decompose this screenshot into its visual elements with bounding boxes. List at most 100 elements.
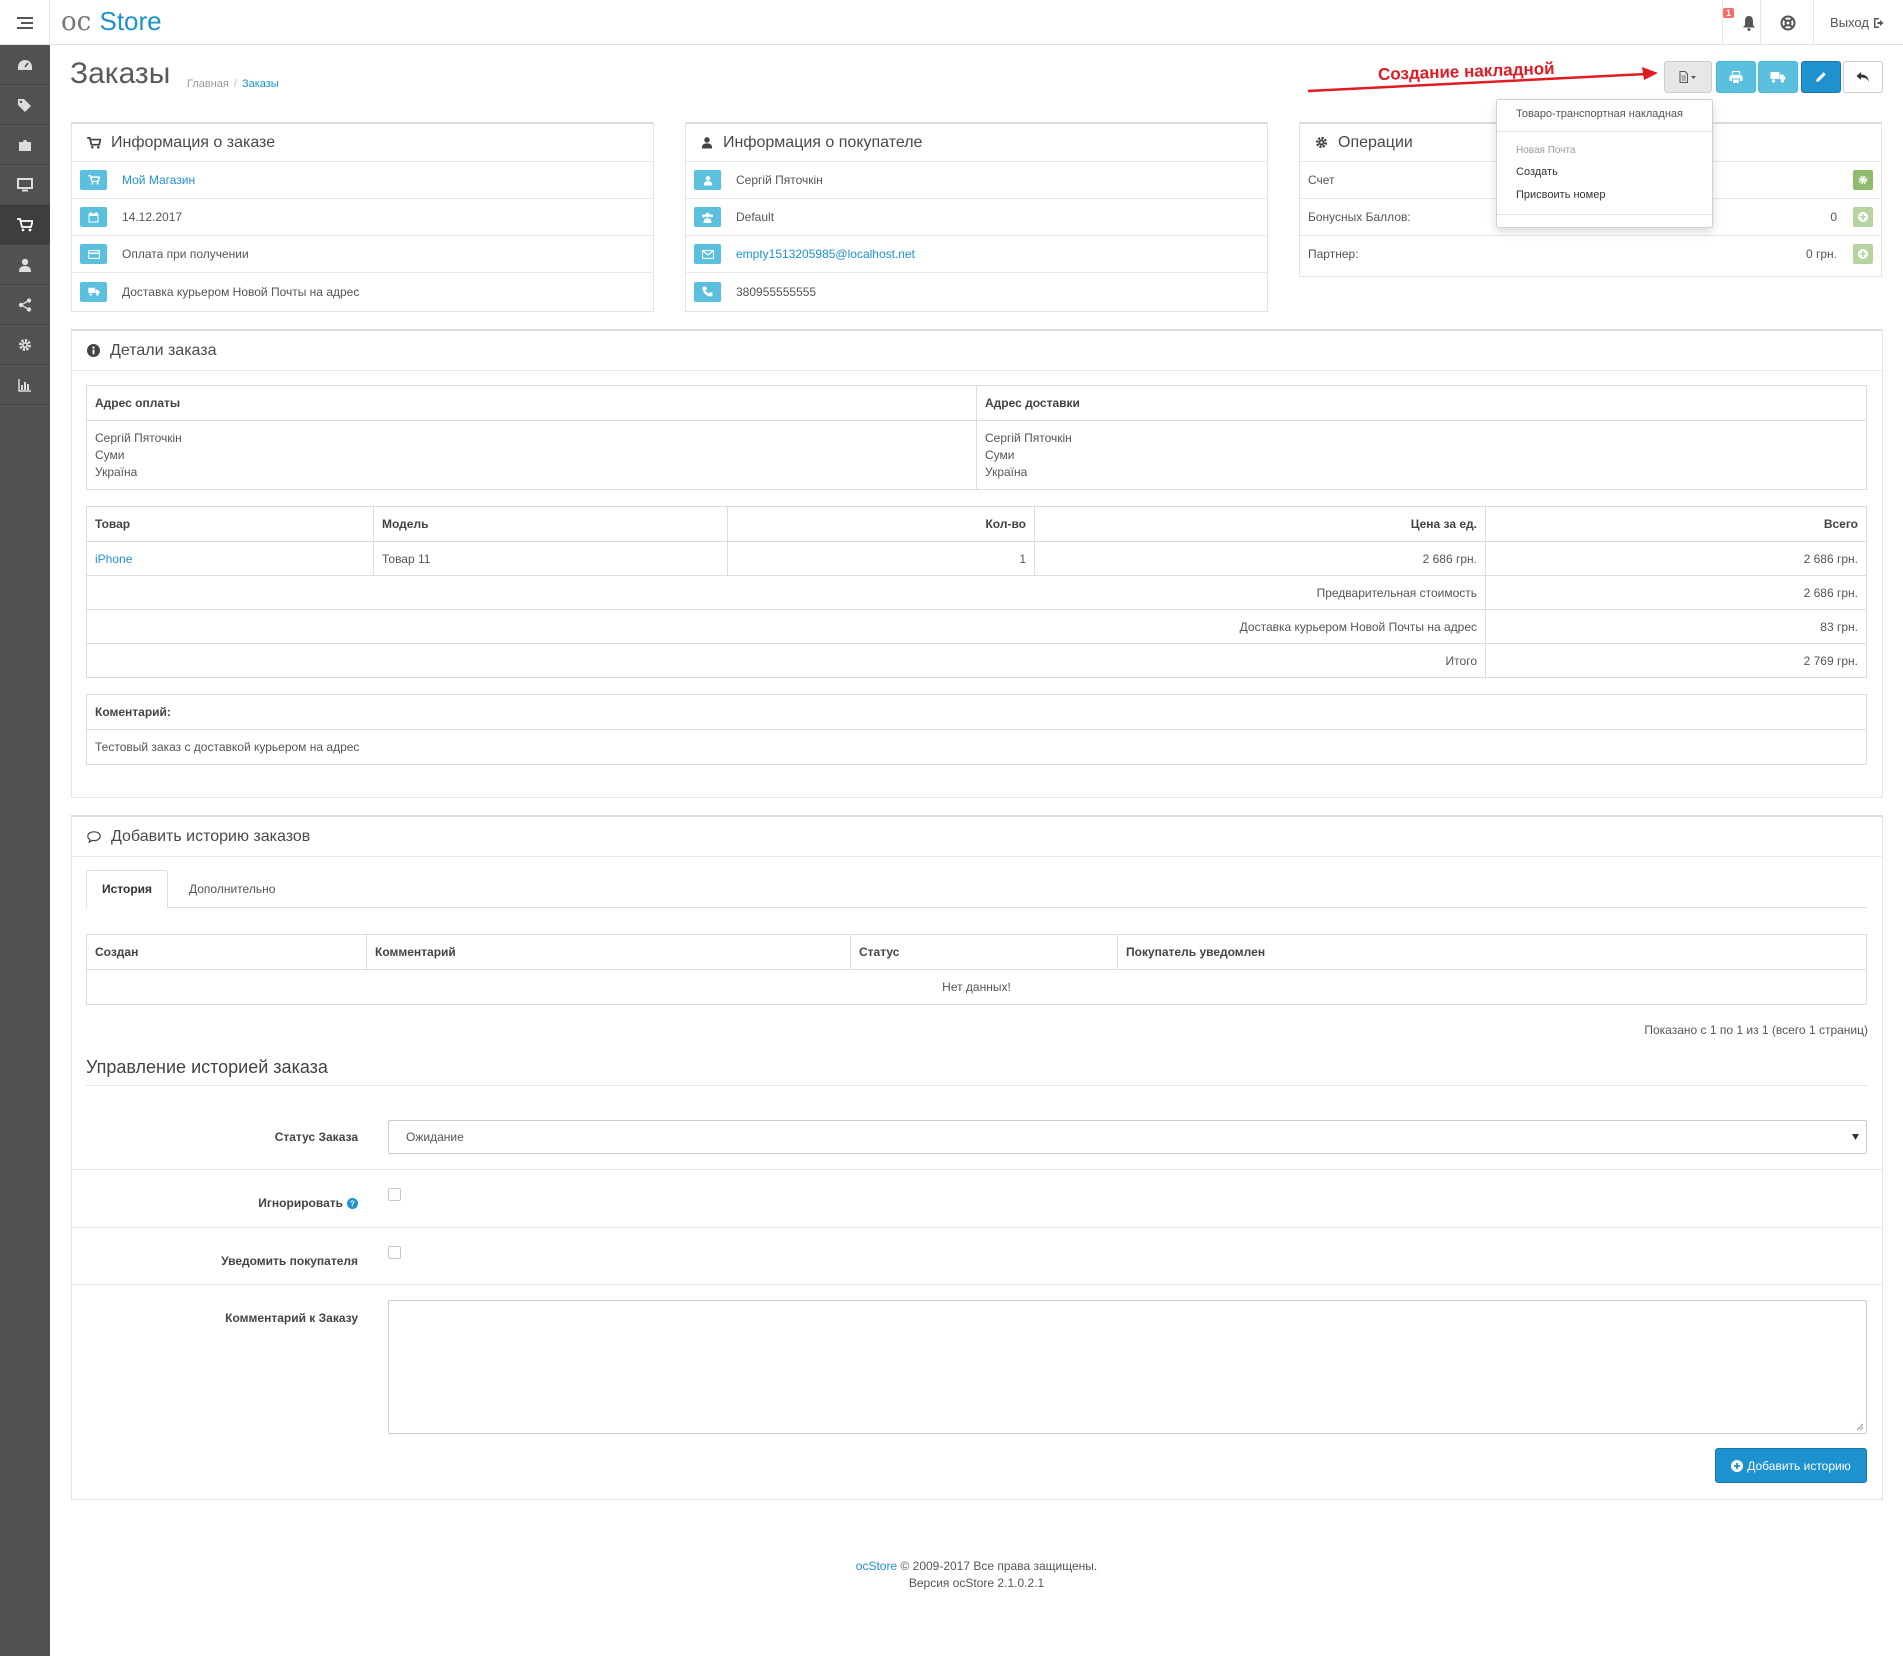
cog-icon	[1858, 175, 1868, 185]
menu-toggle-button[interactable]	[0, 0, 50, 45]
form-divider	[71, 1227, 1883, 1228]
back-button[interactable]	[1843, 61, 1883, 93]
print-invoice-button[interactable]	[1716, 61, 1756, 93]
comment-table: Коментарий: Тестовый заказ с доставкой к…	[86, 694, 1867, 765]
ignore-checkbox[interactable]	[388, 1188, 401, 1201]
customer-name: Сергій Пяточкін	[736, 173, 823, 187]
resize-handle-icon[interactable]	[1856, 1423, 1864, 1431]
sidebar-item-sales[interactable]	[0, 205, 50, 245]
sidebar-item-marketing[interactable]	[0, 285, 50, 325]
menu-item-assign-number[interactable]: Присвоить номер	[1516, 189, 1605, 201]
user-icon	[694, 170, 721, 190]
status-label: Статус Заказа	[274, 1130, 358, 1144]
payment-address-header: Адрес оплаты	[86, 385, 977, 421]
truck-icon	[80, 281, 107, 302]
menu-item-ttn[interactable]: Товаро-транспортная накладная	[1516, 108, 1683, 120]
tab-history[interactable]: История	[86, 870, 169, 908]
sidebar-item-reports[interactable]	[0, 365, 50, 405]
logo[interactable]: oc Store	[61, 6, 162, 37]
invoice-dropdown-menu: Товаро-транспортная накладная Новая Почт…	[1496, 99, 1713, 228]
info-circle-icon	[87, 344, 100, 357]
help-circle-icon[interactable]: ?	[347, 1197, 358, 1209]
sidebar-item-design[interactable]	[0, 165, 50, 205]
top-header: oc Store 1 Выход	[0, 0, 1903, 45]
affiliate-label: Партнер:	[1308, 247, 1359, 261]
comment-icon	[87, 830, 101, 843]
order-date: 14.12.2017	[122, 210, 183, 224]
total-label: Итого	[86, 643, 1486, 678]
shipping-row: Доставка курьером Новой Почты на адрес	[72, 273, 653, 310]
store-row: Мой Магазин	[72, 162, 653, 199]
footer: ocStore © 2009-2017 Все права защищены. …	[50, 1558, 1903, 1592]
menu-item-create[interactable]: Создать	[1516, 166, 1558, 178]
cog-icon	[1315, 136, 1328, 149]
puzzle-icon	[19, 139, 31, 151]
customer-email-row: empty1513205985@localhost.net	[686, 236, 1267, 273]
customer-phone: 380955555555	[736, 284, 817, 299]
bonus-label: Бонусных Баллов:	[1308, 210, 1411, 224]
history-comment-textarea[interactable]	[388, 1300, 1867, 1434]
manage-history-title: Управление историей заказа	[86, 1057, 328, 1077]
total-value: 2 686 грн.	[1485, 575, 1867, 610]
bonus-value: 0	[1830, 210, 1837, 224]
footer-copyright-line: ocStore © 2009-2017 Все права защищены.	[50, 1558, 1903, 1575]
history-table: Создан Комментарий Статус Покупатель уве…	[86, 934, 1867, 1005]
print-shipping-button[interactable]	[1758, 61, 1798, 93]
breadcrumb: Главная / Заказы	[187, 78, 279, 90]
menu-divider	[1497, 131, 1712, 132]
add-history-button[interactable]: Добавить историю	[1715, 1448, 1867, 1483]
phone-icon	[694, 281, 721, 302]
product-model: Товар 11	[373, 541, 728, 576]
sidebar-item-customers[interactable]	[0, 245, 50, 285]
breadcrumb-orders[interactable]: Заказы	[242, 78, 279, 90]
customer-phone-row: 380955555555	[686, 273, 1267, 310]
help-button[interactable]	[1760, 0, 1814, 45]
affiliate-row: Партнер: 0 грн.	[1300, 236, 1881, 273]
panel-title: Информация о покупателе	[723, 133, 923, 151]
address-line: Україна	[985, 464, 1028, 479]
user-icon	[19, 258, 31, 272]
column-header: Кол-во	[727, 506, 1035, 542]
sidebar-item-dashboard[interactable]	[0, 45, 50, 85]
logout-button[interactable]: Выход	[1813, 0, 1903, 45]
add-history-label: Добавить историю	[1747, 1458, 1851, 1473]
product-link[interactable]: iPhone	[95, 552, 132, 566]
total-value: 83 грн.	[1485, 609, 1867, 644]
sidebar-item-catalog[interactable]	[0, 85, 50, 125]
product-price: 2 686 грн.	[1034, 541, 1486, 576]
pagination-text: Показано с 1 по 1 из 1 (всего 1 страниц)	[1644, 1023, 1868, 1037]
plus-circle-icon	[1858, 249, 1868, 259]
notify-label: Уведомить покупателя	[221, 1254, 358, 1268]
tags-icon	[18, 98, 31, 112]
panel-heading: Информация о покупателе	[686, 124, 1267, 162]
order-comment: Тестовый заказ с доставкой курьером на а…	[86, 729, 1867, 765]
total-row: Доставка курьером Новой Почты на адрес 8…	[86, 609, 1867, 644]
legend-divider	[86, 1085, 1867, 1086]
sidebar-item-extensions[interactable]	[0, 125, 50, 165]
menu-divider	[1497, 214, 1712, 215]
generate-invoice-button[interactable]	[1853, 170, 1873, 190]
total-row: Итого 2 769 грн.	[86, 643, 1867, 678]
sign-out-icon	[1873, 17, 1884, 28]
store-link[interactable]: Мой Магазин	[122, 173, 195, 187]
tab-additional[interactable]: Дополнительно	[174, 870, 290, 908]
empty-state: Нет данных!	[86, 969, 1867, 1005]
desktop-icon	[17, 177, 33, 191]
total-label: Предварительная стоимость	[86, 575, 1486, 610]
total-row: Предварительная стоимость 2 686 грн.	[86, 575, 1867, 610]
footer-brand-link[interactable]: ocStore	[856, 1559, 897, 1573]
payment-row: Оплата при получении	[72, 236, 653, 273]
panel-heading: Добавить историю заказов	[72, 817, 1882, 857]
customer-email-link[interactable]: empty1513205985@localhost.net	[736, 247, 915, 261]
edit-button[interactable]	[1801, 61, 1841, 93]
add-commission-button[interactable]	[1853, 244, 1873, 264]
add-bonus-button[interactable]	[1853, 207, 1873, 227]
breadcrumb-home[interactable]: Главная	[187, 78, 229, 90]
invoice-dropdown-button[interactable]	[1664, 61, 1712, 93]
notify-checkbox[interactable]	[388, 1246, 401, 1259]
customer-name-row: Сергій Пяточкін	[686, 162, 1267, 199]
ignore-label: Игнорировать	[258, 1196, 343, 1210]
order-status-select[interactable]: Ожидание	[388, 1120, 1867, 1154]
sidebar-item-system[interactable]	[0, 325, 50, 365]
plus-circle-icon	[1858, 212, 1868, 222]
